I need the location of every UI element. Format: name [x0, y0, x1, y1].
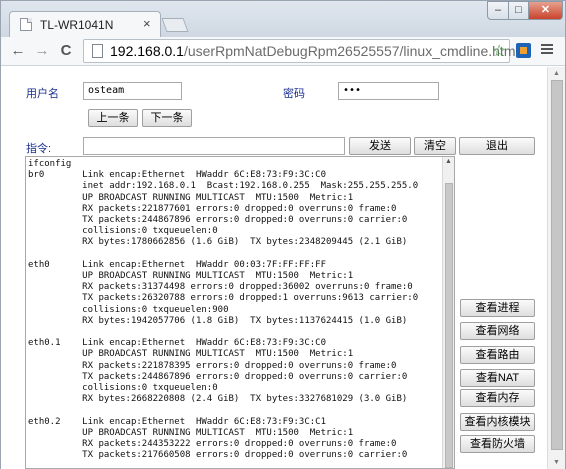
- browser-toolbar: ← → C 192.168.0.1/userRpmNatDebugRpm2652…: [1, 37, 565, 66]
- address-bar[interactable]: 192.168.0.1/userRpmNatDebugRpm26525557/l…: [83, 39, 519, 63]
- view-network-button[interactable]: 查看网络: [460, 322, 535, 340]
- menu-icon[interactable]: [541, 42, 553, 56]
- page-icon: [92, 44, 103, 58]
- page-scroll-down-icon[interactable]: ▼: [553, 459, 560, 466]
- view-processes-button[interactable]: 查看进程: [460, 299, 535, 317]
- scroll-up-arrow-icon[interactable]: ▲: [445, 158, 452, 165]
- tab-title: TL-WR1041N: [40, 18, 114, 32]
- view-kernel-modules-button[interactable]: 查看内核模块: [460, 413, 535, 431]
- minimize-button[interactable]: –: [487, 1, 509, 20]
- title-bar: TL-WR1041N × – □ ✕: [1, 1, 565, 38]
- exit-button[interactable]: 退出: [459, 137, 535, 155]
- command-input[interactable]: [83, 137, 345, 155]
- url-text: 192.168.0.1/userRpmNatDebugRpm26525557/l…: [110, 43, 519, 59]
- browser-tab[interactable]: TL-WR1041N ×: [9, 11, 161, 38]
- maximize-button[interactable]: □: [508, 1, 529, 20]
- tab-close-icon[interactable]: ×: [143, 16, 151, 32]
- forward-arrow-icon[interactable]: →: [33, 42, 51, 60]
- console-output[interactable]: ifconfig br0 Link encap:Ethernet HWaddr …: [25, 156, 455, 469]
- page-favicon-icon: [20, 18, 32, 31]
- username-field[interactable]: osteam: [83, 82, 182, 100]
- back-arrow-icon[interactable]: ←: [9, 42, 27, 60]
- page-scrollbar[interactable]: ▲ ▼: [547, 67, 565, 469]
- url-host: 192.168.0.1: [110, 43, 184, 59]
- url-path: /userRpmNatDebugRpm26525557/linux_cmdlin…: [183, 43, 519, 59]
- password-label: 密码: [283, 88, 305, 100]
- clear-button[interactable]: 清空: [414, 137, 456, 155]
- command-label: 指令:: [26, 143, 52, 155]
- send-button[interactable]: 发送: [349, 137, 411, 155]
- view-firewall-button[interactable]: 查看防火墙: [460, 435, 535, 453]
- view-nat-button[interactable]: 查看NAT: [460, 369, 535, 387]
- window-controls: – □ ✕: [487, 1, 563, 21]
- bookmark-star-icon[interactable]: ☆: [492, 41, 506, 61]
- reload-icon[interactable]: C: [57, 42, 75, 60]
- next-command-button[interactable]: 下一条: [142, 109, 192, 127]
- console-text: ifconfig br0 Link encap:Ethernet HWaddr …: [28, 159, 419, 461]
- password-field[interactable]: •••: [338, 82, 439, 100]
- page-content: 用户名 osteam 密码 ••• 上一条 下一条 指令: 发送 清空 退出 i…: [1, 67, 547, 469]
- view-memory-button[interactable]: 查看内存: [460, 389, 535, 407]
- extension-icon[interactable]: [516, 43, 531, 58]
- prev-command-button[interactable]: 上一条: [88, 109, 138, 127]
- page-scroll-thumb[interactable]: [551, 80, 563, 450]
- close-window-button[interactable]: ✕: [528, 1, 563, 20]
- browser-window: TL-WR1041N × – □ ✕ ← → C 192.168.0.1/use…: [0, 0, 566, 469]
- new-tab-button[interactable]: [161, 18, 189, 32]
- username-label: 用户名: [26, 88, 59, 100]
- console-scrollbar[interactable]: ▲: [442, 157, 454, 468]
- console-scroll-thumb[interactable]: [445, 183, 453, 468]
- view-routes-button[interactable]: 查看路由: [460, 346, 535, 364]
- page-scroll-up-icon[interactable]: ▲: [553, 70, 560, 77]
